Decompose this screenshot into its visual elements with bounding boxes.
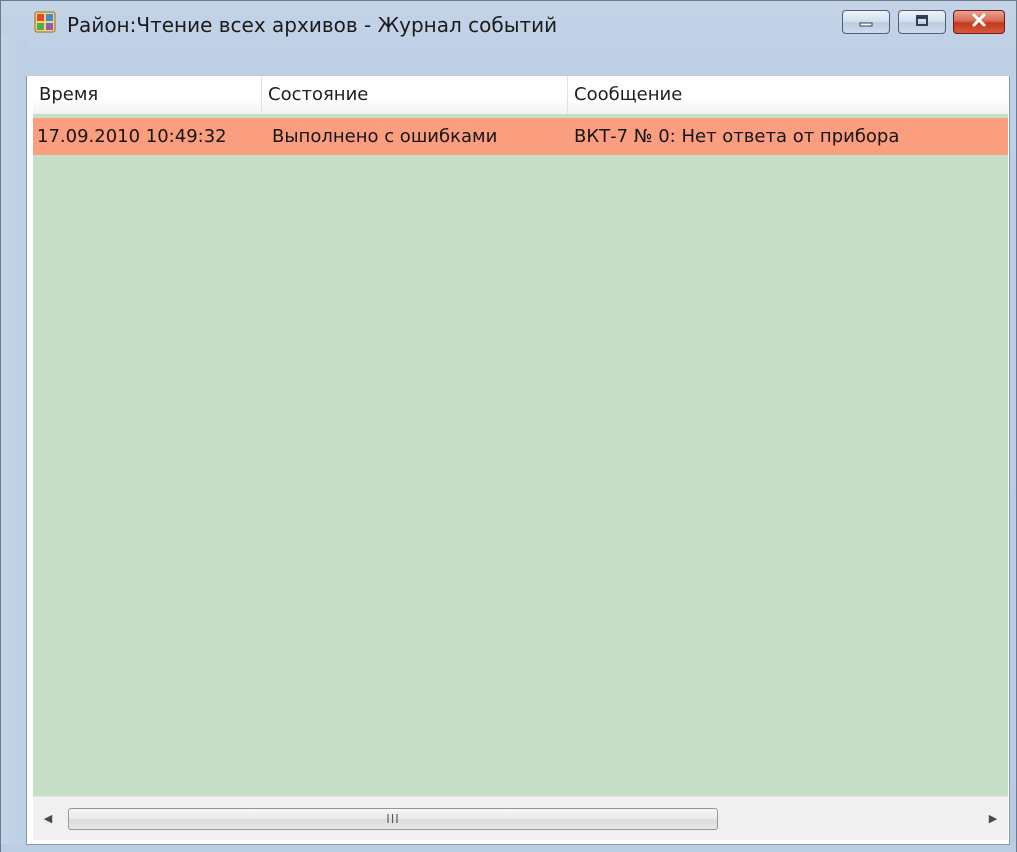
- scroll-left-button[interactable]: ◀: [39, 809, 57, 827]
- window-title: Район:Чтение всех архивов - Журнал событ…: [67, 13, 558, 37]
- journal-icon: [34, 11, 56, 33]
- maximize-button[interactable]: [898, 10, 946, 34]
- maximize-icon: [914, 13, 930, 32]
- close-button[interactable]: [953, 10, 1005, 34]
- close-icon: [970, 12, 988, 32]
- column-header-status[interactable]: Состояние: [261, 76, 567, 114]
- horizontal-scrollbar[interactable]: ◀ III ▶: [33, 796, 1008, 840]
- grip-icon: III: [386, 812, 400, 826]
- cell-status: Выполнено с ошибками: [272, 126, 498, 147]
- window-frame-left: [1, 35, 27, 851]
- column-header-message[interactable]: Сообщение: [567, 76, 1008, 114]
- minimize-icon: [858, 13, 874, 32]
- table-row[interactable]: 17.09.2010 10:49:32 Выполнено с ошибками…: [33, 118, 1008, 155]
- window-frame-bottom: [1, 844, 1016, 852]
- minimize-button[interactable]: [842, 10, 890, 34]
- cell-message: ВКТ-7 № 0: Нет ответа от прибора: [574, 126, 900, 147]
- scrollbar-thumb[interactable]: III: [68, 808, 718, 830]
- title-bar[interactable]: Район:Чтение всех архивов - Журнал событ…: [1, 1, 1016, 37]
- arrow-right-icon: ▶: [988, 811, 998, 825]
- column-header-time[interactable]: Время: [33, 76, 261, 114]
- scroll-right-button[interactable]: ▶: [984, 809, 1002, 827]
- cell-time: 17.09.2010 10:49:32: [37, 126, 227, 147]
- list-header: Время Состояние Сообщение: [33, 76, 1008, 115]
- arrow-left-icon: ◀: [43, 811, 53, 825]
- event-list[interactable]: 17.09.2010 10:49:32 Выполнено с ошибками…: [33, 114, 1008, 796]
